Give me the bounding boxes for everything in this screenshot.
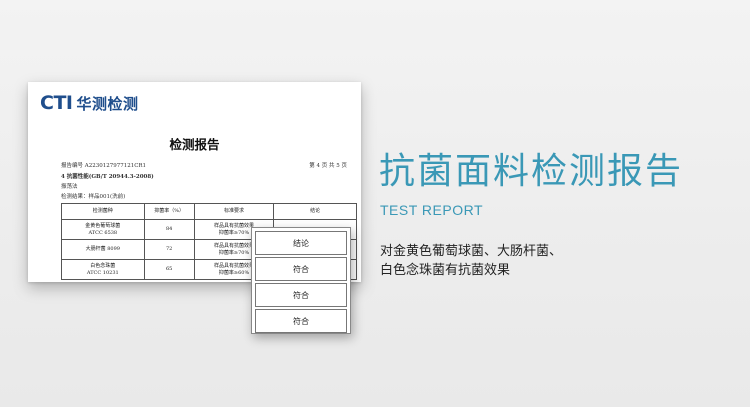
column-header: 抑菌率（%） bbox=[143, 203, 195, 220]
description: 对金黄色葡萄球菌、大肠杆菌、 白色念珠菌有抗菌效果 bbox=[380, 242, 562, 280]
conclusion-value: 符合 bbox=[255, 283, 347, 307]
result-line: 检测结果：样品001(洗前) bbox=[61, 194, 126, 200]
logo-latin: CTI bbox=[40, 92, 73, 114]
strain-cell: 金黄色葡萄球菌 ATCC 6538 bbox=[61, 219, 145, 240]
description-line: 对金黄色葡萄球菌、大肠杆菌、 bbox=[380, 244, 563, 259]
page-info: 第 4 页 共 5 页 bbox=[309, 163, 347, 169]
page-subtitle: TEST REPORT bbox=[380, 202, 484, 218]
conclusion-value: 符合 bbox=[255, 257, 347, 281]
rate-cell: 65 bbox=[143, 259, 195, 280]
page-title: 抗菌面料检测报告 bbox=[379, 151, 684, 192]
report-number: 报告编号 A2230127977121CR1 bbox=[61, 163, 147, 169]
column-header: 结论 bbox=[273, 203, 357, 220]
column-header: 检测菌种 bbox=[61, 203, 145, 220]
strain-code: ATCC 10231 bbox=[86, 269, 119, 276]
conclusion-value: 符合 bbox=[255, 309, 347, 333]
cti-logo: CTI 华测检测 bbox=[40, 90, 139, 116]
description-line: 白色念珠菌有抗菌效果 bbox=[380, 263, 511, 278]
report-title: 检测报告 bbox=[169, 137, 220, 152]
strain-name: 大肠杆菌 8099 bbox=[85, 246, 120, 252]
conclusion-header: 结论 bbox=[255, 231, 347, 255]
strain-cell: 大肠杆菌 8099 bbox=[61, 239, 145, 260]
rate-cell: 84 bbox=[143, 219, 195, 240]
strain-cell: 白色念珠菌 ATCC 10231 bbox=[61, 259, 145, 280]
column-header: 标准要求 bbox=[193, 203, 275, 220]
test-method: 振荡法 bbox=[61, 184, 78, 190]
table-header-row: 检测菌种 抑菌率（%） 标准要求 结论 bbox=[61, 203, 357, 220]
test-section: 4 抗菌性能(GB/T 20944.3-2008) bbox=[61, 174, 154, 180]
strain-code: ATCC 6538 bbox=[88, 229, 118, 236]
strain-name: 白色念珠菌 bbox=[90, 262, 116, 269]
strain-name: 金黄色葡萄球菌 bbox=[85, 222, 121, 229]
rate-cell: 72 bbox=[143, 239, 195, 260]
logo-chinese: 华测检测 bbox=[76, 94, 139, 113]
conclusion-callout: 结论 符合 符合 符合 bbox=[251, 227, 351, 334]
